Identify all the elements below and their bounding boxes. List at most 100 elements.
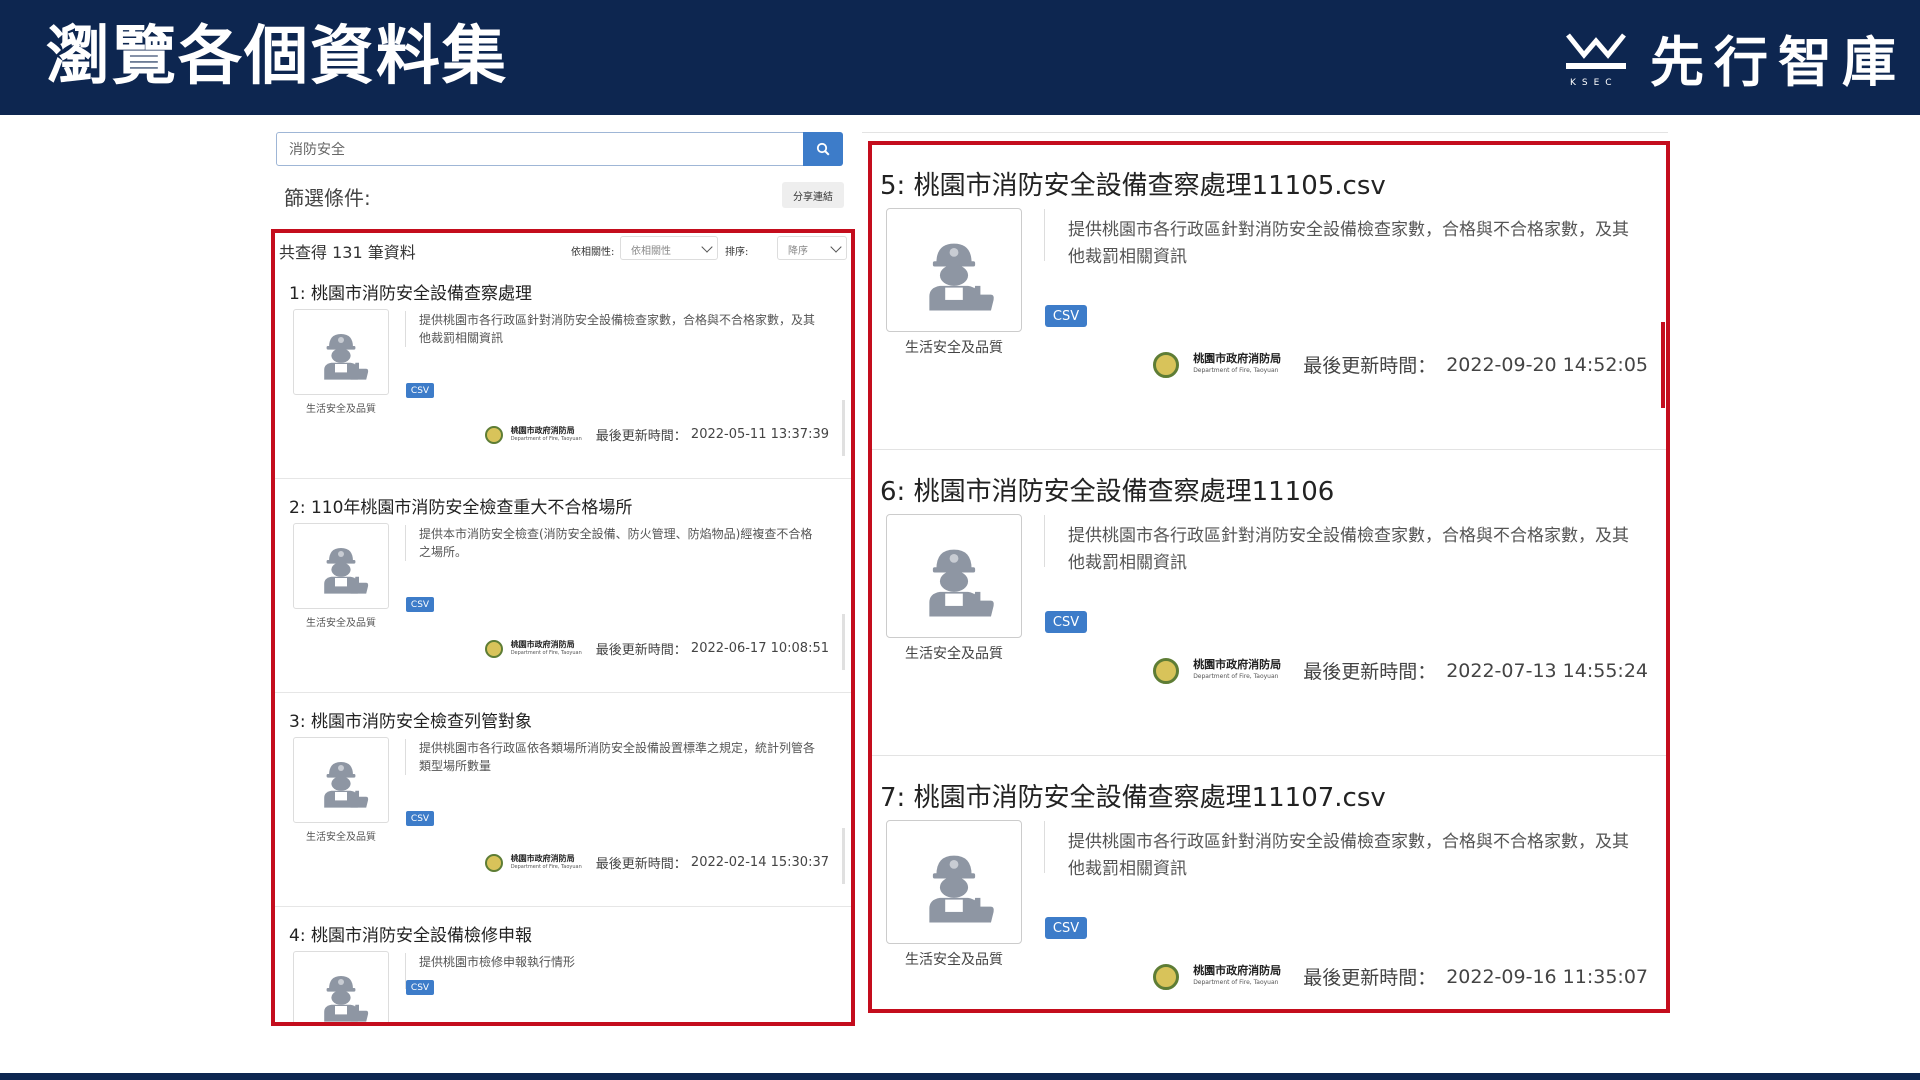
scrollbar[interactable] <box>842 614 845 670</box>
dataset-title-link[interactable]: 7: 桃園市消防安全設備查察處理11107.csv <box>880 777 1386 814</box>
agency-name-zh: 桃園市政府消防局 <box>510 853 575 863</box>
scrollbar[interactable] <box>1661 322 1665 408</box>
divider <box>405 739 406 775</box>
dataset-thumbnail[interactable] <box>886 208 1022 332</box>
worker-thumbs-up-icon <box>311 536 371 596</box>
agency-name-en: Department of Fire, Taoyuan <box>1193 366 1279 374</box>
agency-name: 桃園市政府消防局 Department of Fire, Taoyuan <box>511 426 582 444</box>
csv-badge[interactable]: CSV <box>1045 305 1087 327</box>
csv-badge[interactable]: CSV <box>406 980 434 995</box>
updated-label: 最後更新時間： <box>1303 355 1437 377</box>
dataset-meta: 桃園市政府消防局 Department of Fire, Taoyuan 最後更新… <box>484 425 829 444</box>
dataset-title-link[interactable]: 3: 桃園市消防安全檢查列管對象 <box>289 707 532 732</box>
relevance-select[interactable]: 依相關性 <box>620 236 718 260</box>
dataset-title-link[interactable]: 2: 110年桃園市消防安全檢查重大不合格場所 <box>289 493 632 518</box>
filter-label: 篩選條件: <box>284 186 371 210</box>
footer-bar <box>0 1073 1920 1080</box>
divider <box>405 525 406 561</box>
dataset-category: 生活安全及品質 <box>905 340 1003 356</box>
scrollbar[interactable] <box>842 400 845 456</box>
csv-badge[interactable]: CSV <box>1045 917 1087 939</box>
dataset-list-item: 7: 桃園市消防安全設備查察處理11107.csv 生活安全及品質 提供桃園市各… <box>872 757 1666 1009</box>
sort-value: 降序 <box>788 246 808 257</box>
results-list-highlight: 共查得 131 筆資料 依相關性: 依相關性 排序: 降序 1: 桃園市消防安全… <box>271 229 855 1026</box>
dataset-thumbnail[interactable] <box>293 523 389 609</box>
dataset-meta: 桃園市政府消防局 Department of Fire, Taoyuan 最後更新… <box>484 639 829 658</box>
dataset-thumbnail[interactable] <box>886 514 1022 638</box>
dataset-category: 生活安全及品質 <box>306 832 376 843</box>
search-button[interactable] <box>803 132 843 166</box>
agency-name: 桃園市政府消防局 Department of Fire, Taoyuan <box>511 854 582 872</box>
worker-thumbs-up-icon <box>910 838 998 926</box>
agency-name-zh: 桃園市政府消防局 <box>510 425 575 435</box>
dataset-title-link[interactable]: 1: 桃園市消防安全設備查察處理 <box>289 279 532 304</box>
result-count: 共查得 131 筆資料 <box>279 243 416 262</box>
share-link-button[interactable]: 分享連結 <box>782 182 844 208</box>
sort-select[interactable]: 降序 <box>777 236 847 260</box>
fire-department-seal-icon <box>1153 351 1180 378</box>
dataset-meta: 桃園市政府消防局 Department of Fire, Taoyuan 最後更新… <box>484 853 829 872</box>
agency-name: 桃園市政府消防局 Department of Fire, Taoyuan <box>511 640 582 658</box>
csv-badge[interactable]: CSV <box>406 597 434 612</box>
csv-badge[interactable]: CSV <box>406 811 434 826</box>
dataset-category: 生活安全及品質 <box>306 618 376 629</box>
dataset-category: 生活安全及品質 <box>905 952 1003 968</box>
svg-text:KSEC: KSEC <box>1570 78 1618 87</box>
dataset-description: 提供桃園市各行政區針對消防安全設備檢查家數，合格與不合格家數，及其他裁罰相關資訊 <box>1068 220 1629 267</box>
csv-badge[interactable]: CSV <box>1045 611 1087 633</box>
brand-name: 先行智庫 <box>1650 30 1906 94</box>
dataset-title-link[interactable]: 6: 桃園市消防安全設備查察處理11106 <box>880 471 1334 508</box>
agency-name-zh: 桃園市政府消防局 <box>1193 351 1282 365</box>
brand-logo-icon: KSEC <box>1566 33 1626 87</box>
zoomed-results-highlight: 5: 桃園市消防安全設備查察處理11105.csv 生活安全及品質 提供桃園市各… <box>868 141 1670 1013</box>
dataset-thumbnail[interactable] <box>293 309 389 395</box>
agency-name-zh: 桃園市政府消防局 <box>1193 657 1282 671</box>
search-input[interactable] <box>276 132 804 166</box>
agency-name: 桃園市政府消防局 Department of Fire, Taoyuan <box>1193 963 1282 989</box>
divider <box>405 311 406 347</box>
scrollbar[interactable] <box>842 828 845 884</box>
updated-label: 最後更新時間： <box>1303 661 1437 683</box>
dataset-description: 提供桃園市各行政區針對消防安全設備檢查家數，合格與不合格家數，及其他裁罰相關資訊 <box>1068 832 1629 879</box>
updated-label: 最後更新時間： <box>595 857 687 872</box>
search-icon <box>816 142 830 156</box>
dataset-title-link[interactable]: 4: 桃園市消防安全設備檢修申報 <box>289 921 532 946</box>
updated-label: 最後更新時間： <box>1303 967 1437 989</box>
fire-department-seal-icon <box>484 425 503 444</box>
dataset-description: 提供本市消防安全檢查(消防安全設備、防火管理、防焰物品)經複查不合格之場所。 <box>419 527 813 559</box>
dataset-description: 提供桃園市各行政區針對消防安全設備檢查家數，合格與不合格家數，及其他裁罰相關資訊 <box>1068 526 1629 573</box>
dataset-description: 提供桃園市各行政區依各類場所消防安全設備設置標準之規定，統計列管各類型場所數量 <box>419 741 816 773</box>
dataset-meta: 桃園市政府消防局 Department of Fire, Taoyuan 最後更新… <box>1153 657 1648 684</box>
fire-department-seal-icon <box>1153 657 1180 684</box>
dataset-list-item: 3: 桃園市消防安全檢查列管對象 生活安全及品質 提供桃園市各行政區依各類場所消… <box>275 693 851 907</box>
dataset-meta: 桃園市政府消防局 Department of Fire, Taoyuan 最後更新… <box>1153 963 1648 990</box>
agency-name-zh: 桃園市政府消防局 <box>510 639 575 649</box>
dataset-category: 生活安全及品質 <box>905 646 1003 662</box>
agency-name-zh: 桃園市政府消防局 <box>1193 963 1282 977</box>
updated-time: 2022-09-20 14:52:05 <box>1446 353 1648 376</box>
worker-thumbs-up-icon <box>910 226 998 314</box>
updated-label: 最後更新時間： <box>595 429 687 444</box>
agency-name-en: Department of Fire, Taoyuan <box>510 863 582 870</box>
brand: KSEC 先行智庫 <box>1564 22 1906 94</box>
agency-name: 桃園市政府消防局 Department of Fire, Taoyuan <box>1193 657 1282 683</box>
relevance-label: 依相關性: <box>571 247 615 258</box>
dataset-title-link[interactable]: 5: 桃園市消防安全設備查察處理11105.csv <box>880 165 1386 202</box>
divider <box>1044 209 1045 261</box>
slide-title: 瀏覽各個資料集 <box>46 20 508 94</box>
dataset-list-item: 5: 桃園市消防安全設備查察處理11105.csv 生活安全及品質 提供桃園市各… <box>872 145 1666 450</box>
worker-thumbs-up-icon <box>910 532 998 620</box>
csv-badge[interactable]: CSV <box>406 383 434 398</box>
search-bar <box>276 132 843 166</box>
dataset-thumbnail[interactable] <box>886 820 1022 944</box>
dataset-meta: 桃園市政府消防局 Department of Fire, Taoyuan 最後更新… <box>1153 351 1648 378</box>
dataset-list-item: 2: 110年桃園市消防安全檢查重大不合格場所 生活安全及品質 提供本市消防安全… <box>275 479 851 693</box>
updated-time: 2022-09-16 11:35:07 <box>1446 965 1648 988</box>
dataset-list-item: 1: 桃園市消防安全設備查察處理 生活安全及品質 提供桃園市各行政區針對消防安全… <box>275 265 851 479</box>
agency-name: 桃園市政府消防局 Department of Fire, Taoyuan <box>1193 351 1282 377</box>
worker-thumbs-up-icon <box>311 322 371 382</box>
dataset-thumbnail[interactable] <box>293 737 389 823</box>
dataset-description: 提供桃園市檢修申報執行情形 <box>419 955 576 969</box>
updated-time: 2022-02-14 15:30:37 <box>690 855 829 870</box>
dataset-thumbnail[interactable] <box>293 951 389 1022</box>
